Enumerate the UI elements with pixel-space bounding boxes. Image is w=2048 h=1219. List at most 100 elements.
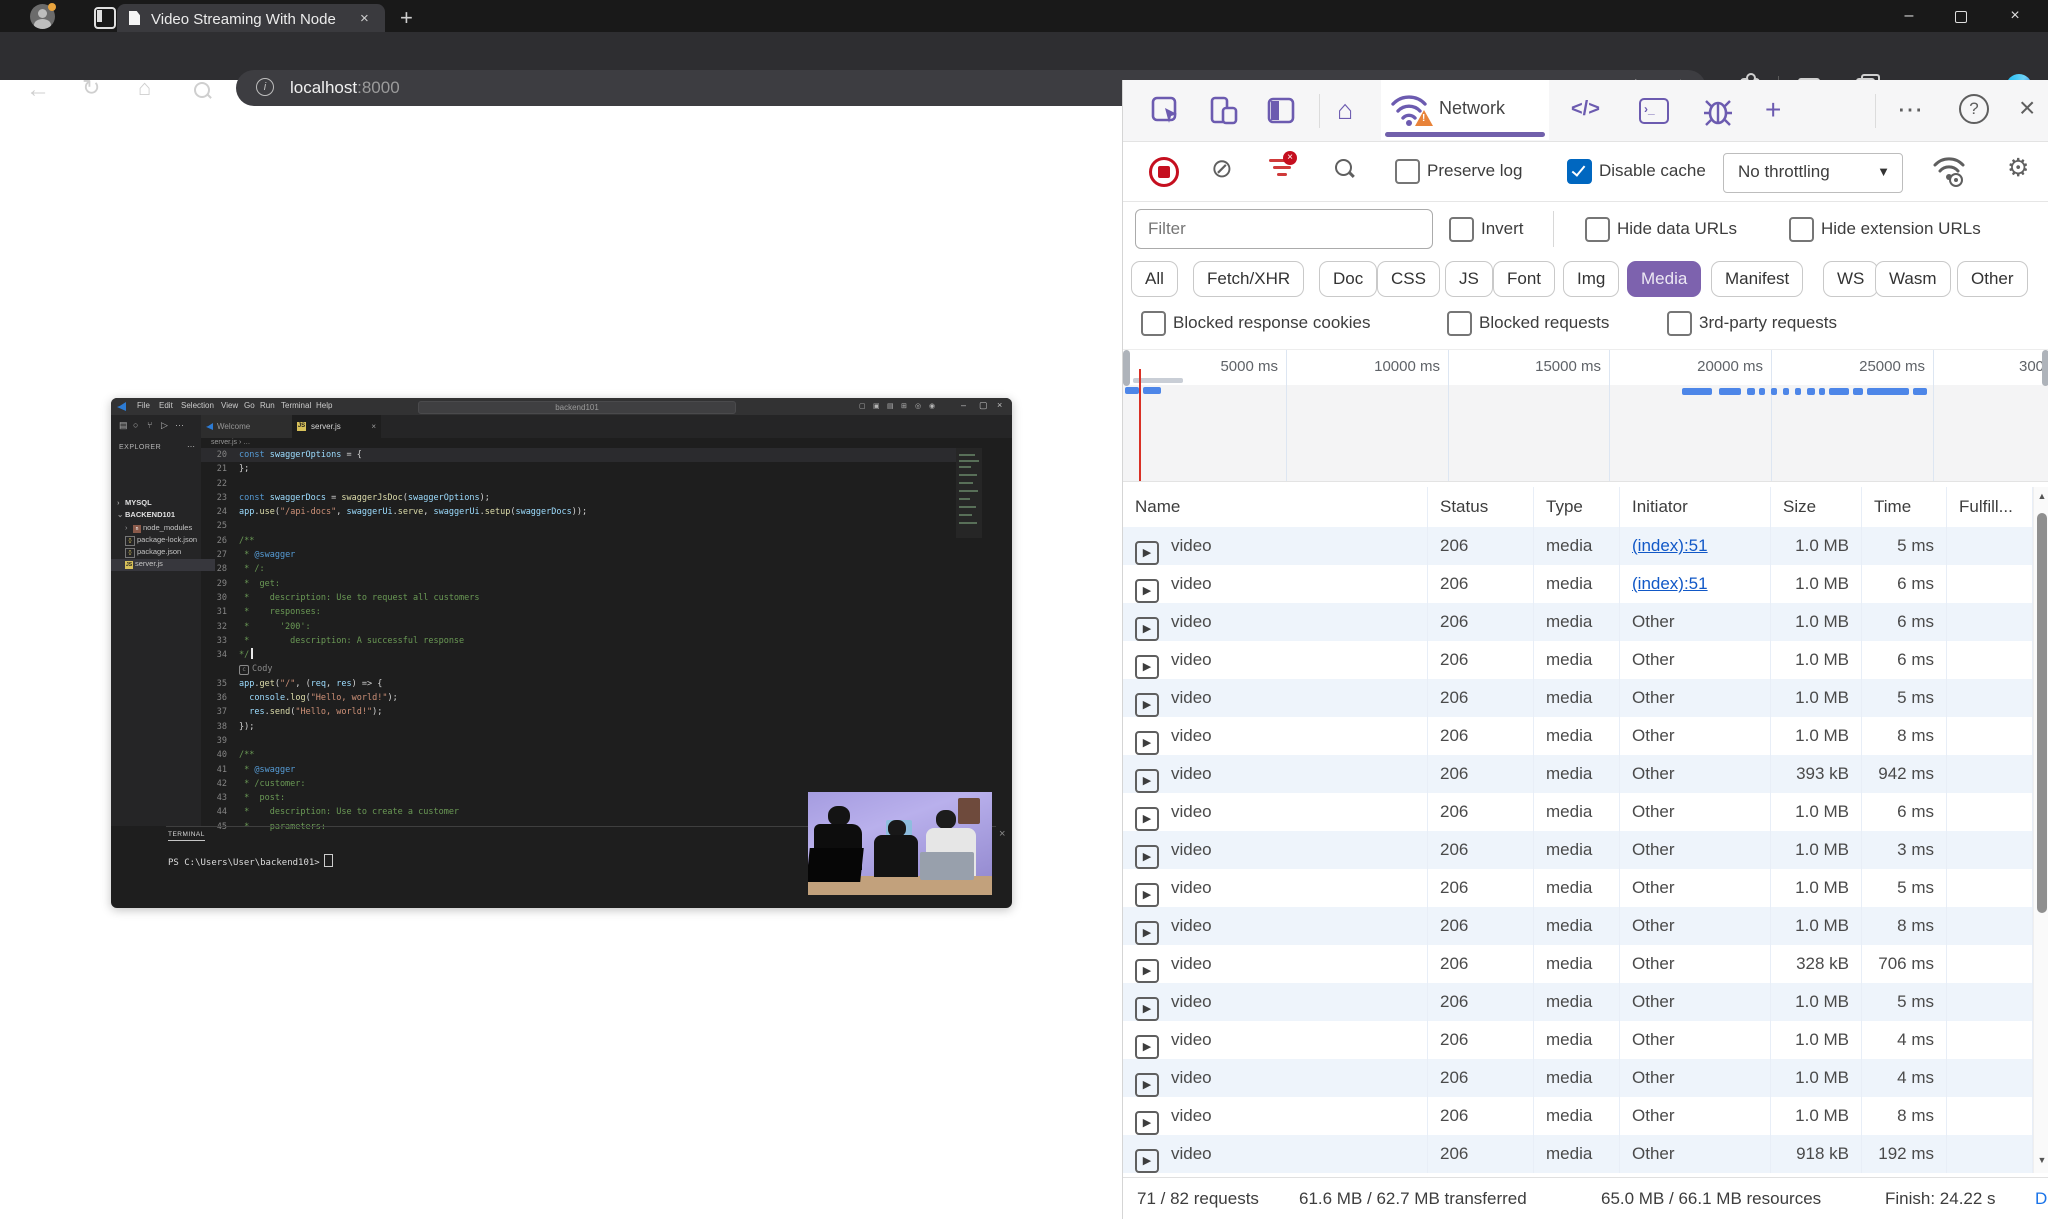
request-row[interactable]: ▶video206mediaOther1.0 MB5 ms bbox=[1123, 983, 2033, 1021]
request-row[interactable]: ▶video206mediaOther1.0 MB8 ms bbox=[1123, 1097, 2033, 1135]
filter-input[interactable]: Filter bbox=[1135, 209, 1433, 249]
window-restore-button[interactable] bbox=[1938, 0, 1984, 32]
blocked-response-cookies-checkbox[interactable] bbox=[1141, 311, 1166, 336]
overview-grip-left[interactable] bbox=[1123, 350, 1130, 386]
video-player[interactable]: backend101 ▢▣▤⊞◎◉ – ▢ × FileEditSelectio… bbox=[111, 398, 1012, 908]
menu-edit[interactable]: Edit bbox=[159, 401, 173, 410]
scroll-down-icon[interactable]: ▼ bbox=[2036, 1155, 2048, 1165]
search-icon[interactable] bbox=[194, 82, 210, 98]
column-header-name[interactable]: Name bbox=[1123, 487, 1428, 527]
initiator-link[interactable]: (index):51 bbox=[1632, 536, 1708, 555]
request-row[interactable]: ▶video206mediaOther1.0 MB6 ms bbox=[1123, 603, 2033, 641]
filter-pill-doc[interactable]: Doc bbox=[1319, 261, 1377, 297]
overlay-close-icon[interactable]: × bbox=[999, 828, 1005, 840]
clear-icon[interactable]: ⊘ bbox=[1211, 153, 1233, 184]
device-emulation-icon[interactable] bbox=[1209, 96, 1239, 126]
request-row[interactable]: ▶video206mediaOther1.0 MB3 ms bbox=[1123, 831, 2033, 869]
filter-pill-manifest[interactable]: Manifest bbox=[1711, 261, 1803, 297]
filter-pill-js[interactable]: JS bbox=[1445, 261, 1493, 297]
hide-data-urls-checkbox[interactable] bbox=[1585, 217, 1610, 242]
invert-checkbox[interactable] bbox=[1449, 217, 1474, 242]
hide-extension-urls-checkbox[interactable] bbox=[1789, 217, 1814, 242]
request-row[interactable]: ▶video206mediaOther393 kB942 ms bbox=[1123, 755, 2033, 793]
tab-network[interactable]: Network bbox=[1381, 80, 1549, 140]
filter-pill-ws[interactable]: WS bbox=[1823, 261, 1878, 297]
request-row[interactable]: ▶video206mediaOther1.0 MB8 ms bbox=[1123, 717, 2033, 755]
explorer-item-server-js[interactable]: JSserver.js bbox=[111, 559, 215, 571]
filter-pill-font[interactable]: Font bbox=[1493, 261, 1555, 297]
network-conditions-icon[interactable] bbox=[1931, 155, 1967, 187]
request-row[interactable]: ▶video206media(index):511.0 MB6 ms bbox=[1123, 565, 2033, 603]
scroll-up-icon[interactable]: ▲ bbox=[2036, 491, 2048, 501]
column-header-fulfill[interactable]: Fulfill... bbox=[1947, 487, 2033, 527]
menu-help[interactable]: Help bbox=[316, 401, 332, 410]
console-icon[interactable]: ›_ bbox=[1639, 98, 1669, 124]
new-tab-button[interactable]: + bbox=[400, 5, 413, 31]
filter-pill-img[interactable]: Img bbox=[1563, 261, 1619, 297]
menu-go[interactable]: Go bbox=[244, 401, 255, 410]
more-tools-plus-icon[interactable]: + bbox=[1765, 94, 1781, 126]
throttling-dropdown[interactable]: No throttling ▼ bbox=[1723, 153, 1903, 193]
column-header-type[interactable]: Type bbox=[1534, 487, 1620, 527]
settings-gear-icon[interactable]: ⚙ bbox=[2007, 153, 2029, 183]
site-info-icon[interactable]: i bbox=[256, 78, 274, 96]
home-button[interactable]: ⌂ bbox=[138, 77, 151, 99]
network-overview[interactable]: 5000 ms10000 ms15000 ms20000 ms25000 ms3… bbox=[1123, 349, 2048, 482]
tab-close-icon[interactable]: × bbox=[360, 10, 369, 27]
refresh-button[interactable]: ↻ bbox=[82, 77, 100, 99]
back-button[interactable]: ← bbox=[26, 78, 50, 102]
explorer-item-node_modules[interactable]: ›nnode_modules bbox=[111, 523, 215, 535]
record-stop-button[interactable] bbox=[1149, 157, 1179, 187]
requests-table-header[interactable]: NameStatusTypeInitiatorSizeTimeFulfill..… bbox=[1123, 487, 2033, 528]
request-row[interactable]: ▶video206mediaOther1.0 MB5 ms bbox=[1123, 869, 2033, 907]
scrollbar-thumb[interactable] bbox=[2037, 513, 2047, 913]
table-scrollbar[interactable]: ▲ ▼ bbox=[2033, 487, 2048, 1173]
menu-terminal[interactable]: Terminal bbox=[281, 401, 311, 410]
activity-bar-layout-icon[interactable] bbox=[1267, 96, 1297, 126]
request-row[interactable]: ▶video206mediaOther918 kB192 ms bbox=[1123, 1135, 2033, 1173]
menu-view[interactable]: View bbox=[221, 401, 238, 410]
overview-grip-right[interactable] bbox=[2042, 350, 2048, 386]
filter-pill-fetch-xhr[interactable]: Fetch/XHR bbox=[1193, 261, 1304, 297]
initiator-link[interactable]: (index):51 bbox=[1632, 574, 1708, 593]
explorer-item-MYSQL[interactable]: ›MYSQL bbox=[111, 498, 207, 510]
filter-funnel-icon[interactable]: × bbox=[1269, 157, 1295, 181]
filter-pill-media[interactable]: Media bbox=[1627, 261, 1701, 297]
window-minimize-button[interactable]: – bbox=[1886, 0, 1932, 32]
column-header-time[interactable]: Time bbox=[1862, 487, 1947, 527]
help-icon[interactable]: ? bbox=[1959, 94, 1989, 124]
column-header-status[interactable]: Status bbox=[1428, 487, 1534, 527]
3rd-party-requests-checkbox[interactable] bbox=[1667, 311, 1692, 336]
menu-selection[interactable]: Selection bbox=[181, 401, 214, 410]
request-row[interactable]: ▶video206mediaOther1.0 MB4 ms bbox=[1123, 1021, 2033, 1059]
preserve-log-checkbox[interactable] bbox=[1395, 159, 1420, 184]
menu-file[interactable]: File bbox=[137, 401, 150, 410]
browser-tab[interactable]: Video Streaming With Node × bbox=[117, 4, 385, 32]
devtools-close-icon[interactable]: × bbox=[2019, 92, 2035, 124]
request-row[interactable]: ▶video206mediaOther1.0 MB8 ms bbox=[1123, 907, 2033, 945]
request-row[interactable]: ▶video206mediaOther1.0 MB6 ms bbox=[1123, 641, 2033, 679]
menu-run[interactable]: Run bbox=[260, 401, 275, 410]
devtools-more-icon[interactable]: ⋯ bbox=[1897, 94, 1923, 125]
explorer-item-package-json[interactable]: {}package.json bbox=[111, 547, 215, 559]
request-row[interactable]: ▶video206mediaOther1.0 MB4 ms bbox=[1123, 1059, 2033, 1097]
request-row[interactable]: ▶video206mediaOther1.0 MB6 ms bbox=[1123, 793, 2033, 831]
debugger-bug-icon[interactable] bbox=[1703, 96, 1733, 126]
disable-cache-checkbox[interactable] bbox=[1567, 159, 1592, 184]
filter-pill-other[interactable]: Other bbox=[1957, 261, 2028, 297]
request-row[interactable]: ▶video206mediaOther1.0 MB5 ms bbox=[1123, 679, 2033, 717]
tab-actions-icon[interactable] bbox=[94, 7, 116, 29]
filter-pill-css[interactable]: CSS bbox=[1377, 261, 1440, 297]
request-row[interactable]: ▶video206mediaOther328 kB706 ms bbox=[1123, 945, 2033, 983]
blocked-requests-checkbox[interactable] bbox=[1447, 311, 1472, 336]
explorer-item-package-lock-json[interactable]: {}package-lock.json bbox=[111, 535, 215, 547]
window-close-button[interactable]: × bbox=[1992, 0, 2038, 32]
inspect-icon[interactable] bbox=[1151, 96, 1181, 126]
network-search-icon[interactable] bbox=[1335, 159, 1352, 176]
filter-pill-wasm[interactable]: Wasm bbox=[1875, 261, 1951, 297]
column-header-size[interactable]: Size bbox=[1771, 487, 1862, 527]
explorer-item-BACKEND101[interactable]: ⌄BACKEND101 bbox=[111, 510, 207, 522]
request-row[interactable]: ▶video206media(index):511.0 MB5 ms bbox=[1123, 527, 2033, 565]
column-header-initiator[interactable]: Initiator bbox=[1620, 487, 1771, 527]
sources-icon[interactable]: </> bbox=[1571, 98, 1600, 121]
